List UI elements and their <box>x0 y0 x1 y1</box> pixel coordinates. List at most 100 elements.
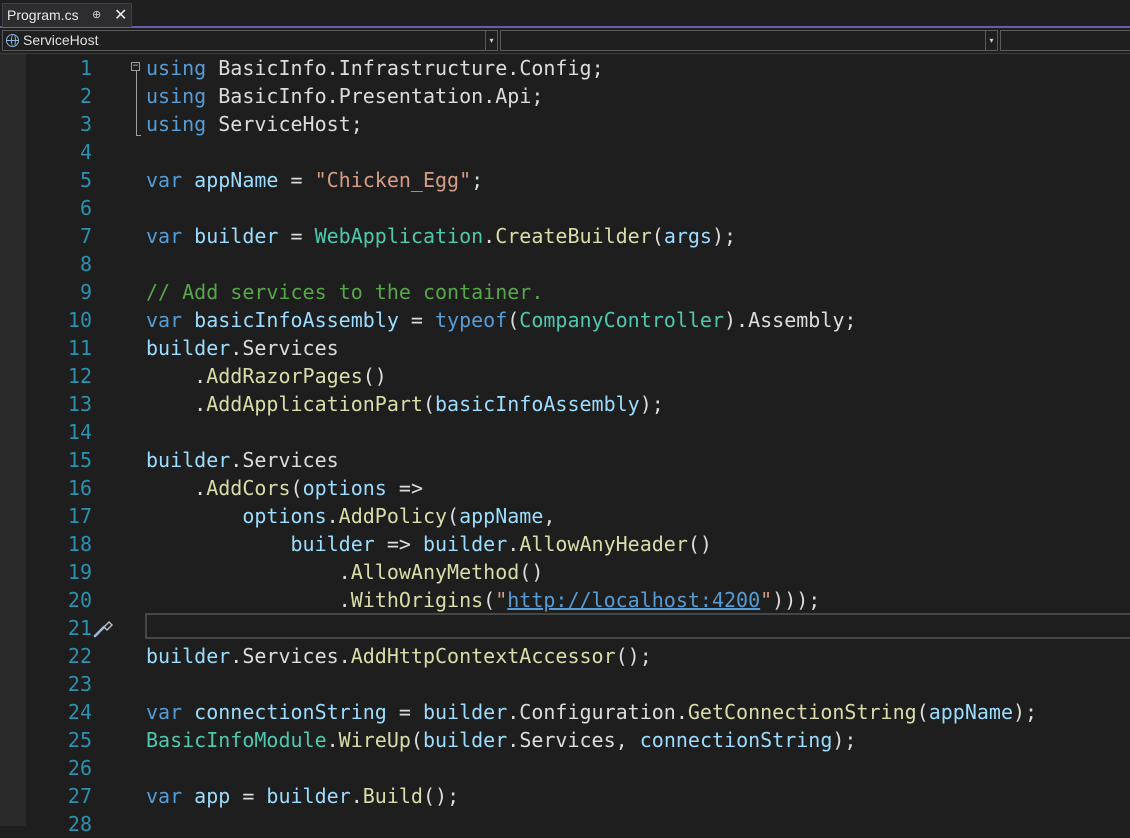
token: BasicInfo <box>218 84 327 108</box>
code-line: 15 builder.Services <box>0 446 1130 474</box>
token: appName <box>459 504 544 528</box>
document-tab-strip: Program.cs ⊕ ✕ <box>0 0 1130 28</box>
token: var <box>146 784 183 808</box>
token: appName <box>928 700 1014 724</box>
line-number: 28 <box>67 812 92 836</box>
line-number: 20 <box>67 588 92 612</box>
token: builder <box>146 448 231 472</box>
token: appName <box>194 168 279 192</box>
token: builder <box>194 224 279 248</box>
type-member-dropdown[interactable]: ▾ <box>500 30 998 51</box>
token: var <box>146 168 183 192</box>
token: Services <box>242 644 339 668</box>
project-dropdown[interactable]: ServiceHost ▾ <box>2 30 498 51</box>
line-number: 22 <box>67 644 92 668</box>
token: CreateBuilder <box>495 224 652 248</box>
token: builder <box>290 532 375 556</box>
code-text[interactable]: .WithOrigins("http://localhost:4200"))); <box>146 586 821 614</box>
line-number: 27 <box>67 784 92 808</box>
line-number: 17 <box>67 504 92 528</box>
code-text[interactable]: .AllowAnyMethod() <box>146 558 544 586</box>
token: basicInfoAssembly <box>194 308 399 332</box>
token: args <box>663 224 712 248</box>
navigation-bar: ServiceHost ▾ ▾ <box>0 28 1130 54</box>
line-number: 16 <box>67 476 92 500</box>
current-line-highlight <box>145 613 1130 639</box>
code-text[interactable]: builder.Services.AddHttpContextAccessor(… <box>146 642 652 670</box>
token: builder <box>422 532 508 556</box>
token: AddCors <box>206 476 291 500</box>
code-line: 10 var basicInfoAssembly = typeof(Compan… <box>0 306 1130 334</box>
code-text[interactable]: .AddApplicationPart(basicInfoAssembly); <box>146 390 664 418</box>
token: Config <box>519 56 592 80</box>
code-text[interactable]: var builder = WebApplication.CreateBuild… <box>146 222 736 250</box>
token: AddPolicy <box>338 504 448 528</box>
line-number: 11 <box>67 336 92 360</box>
code-text[interactable]: builder.Services <box>146 334 339 362</box>
pin-icon[interactable]: ⊕ <box>92 8 101 21</box>
code-line: 14 <box>0 418 1130 446</box>
code-text[interactable]: options.AddPolicy(appName, <box>146 502 555 530</box>
line-number: 25 <box>67 728 92 752</box>
code-line: 26 <box>0 754 1130 782</box>
line-number: 1 <box>79 56 92 80</box>
token: CompanyController <box>519 308 724 332</box>
code-line: 16 .AddCors(options => <box>0 474 1130 502</box>
code-text[interactable]: .AddCors(options => <box>146 474 423 502</box>
code-text[interactable]: var basicInfoAssembly = typeof(CompanyCo… <box>146 306 856 334</box>
code-line: 3 using ServiceHost; <box>0 110 1130 138</box>
code-line: 2 using BasicInfo.Presentation.Api; <box>0 82 1130 110</box>
line-number: 26 <box>67 756 92 780</box>
code-line: 5 var appName = "Chicken_Egg"; <box>0 166 1130 194</box>
token: AddRazorPages <box>206 364 363 388</box>
token: AddApplicationPart <box>206 392 423 416</box>
member-dropdown[interactable] <box>1000 30 1130 51</box>
code-line: 23 <box>0 670 1130 698</box>
code-line: 20 .WithOrigins("http://localhost:4200")… <box>0 586 1130 614</box>
token: typeof <box>435 308 508 332</box>
code-line: 28 <box>0 810 1130 838</box>
token: using <box>146 112 207 136</box>
token: WithOrigins <box>350 588 484 612</box>
screwdriver-icon[interactable] <box>92 617 114 639</box>
token: builder <box>146 644 231 668</box>
code-text[interactable]: var connectionString = builder.Configura… <box>146 698 1037 726</box>
code-line: 18 builder => builder.AllowAnyHeader() <box>0 530 1130 558</box>
code-editor[interactable]: 1 − using BasicInfo.Infrastructure.Confi… <box>0 54 1130 836</box>
token: BasicInfoModule <box>146 728 327 752</box>
code-line: 17 options.AddPolicy(appName, <box>0 502 1130 530</box>
line-number: 24 <box>67 700 92 724</box>
code-text[interactable]: builder.Services <box>146 446 339 474</box>
code-text[interactable]: using ServiceHost; <box>146 110 363 138</box>
token: Assembly <box>748 308 845 332</box>
token: using <box>146 84 207 108</box>
code-text[interactable]: using BasicInfo.Infrastructure.Config; <box>146 54 604 82</box>
code-text[interactable]: var app = builder.Build(); <box>146 782 459 810</box>
code-text[interactable]: using BasicInfo.Presentation.Api; <box>146 82 543 110</box>
tab-program-cs[interactable]: Program.cs ⊕ ✕ <box>2 3 132 27</box>
code-text[interactable]: BasicInfoModule.WireUp(builder.Services,… <box>146 726 856 754</box>
line-number: 9 <box>79 280 92 304</box>
token: options <box>242 504 327 528</box>
code-text[interactable]: // Add services to the container. <box>146 278 543 306</box>
chevron-down-icon[interactable]: ▾ <box>485 31 497 50</box>
url-link[interactable]: http://localhost:4200 <box>507 588 760 612</box>
line-number: 21 <box>67 616 92 640</box>
line-number: 18 <box>67 532 92 556</box>
chevron-down-icon[interactable]: ▾ <box>985 31 997 50</box>
token: Infrastructure <box>338 56 508 80</box>
token: GetConnectionString <box>687 700 917 724</box>
code-line: 27 var app = builder.Build(); <box>0 782 1130 810</box>
code-line: 19 .AllowAnyMethod() <box>0 558 1130 586</box>
token: app <box>194 784 231 808</box>
line-number: 10 <box>67 308 92 332</box>
code-text[interactable]: .AddRazorPages() <box>146 362 387 390</box>
token: "Chicken_Egg" <box>314 168 472 192</box>
close-icon[interactable]: ✕ <box>114 5 127 25</box>
token: builder <box>422 700 508 724</box>
code-text[interactable]: builder => builder.AllowAnyHeader() <box>146 530 712 558</box>
code-text[interactable]: var appName = "Chicken_Egg"; <box>146 166 483 194</box>
line-number: 23 <box>67 672 92 696</box>
token: var <box>146 700 183 724</box>
collapse-icon[interactable]: − <box>131 62 140 71</box>
